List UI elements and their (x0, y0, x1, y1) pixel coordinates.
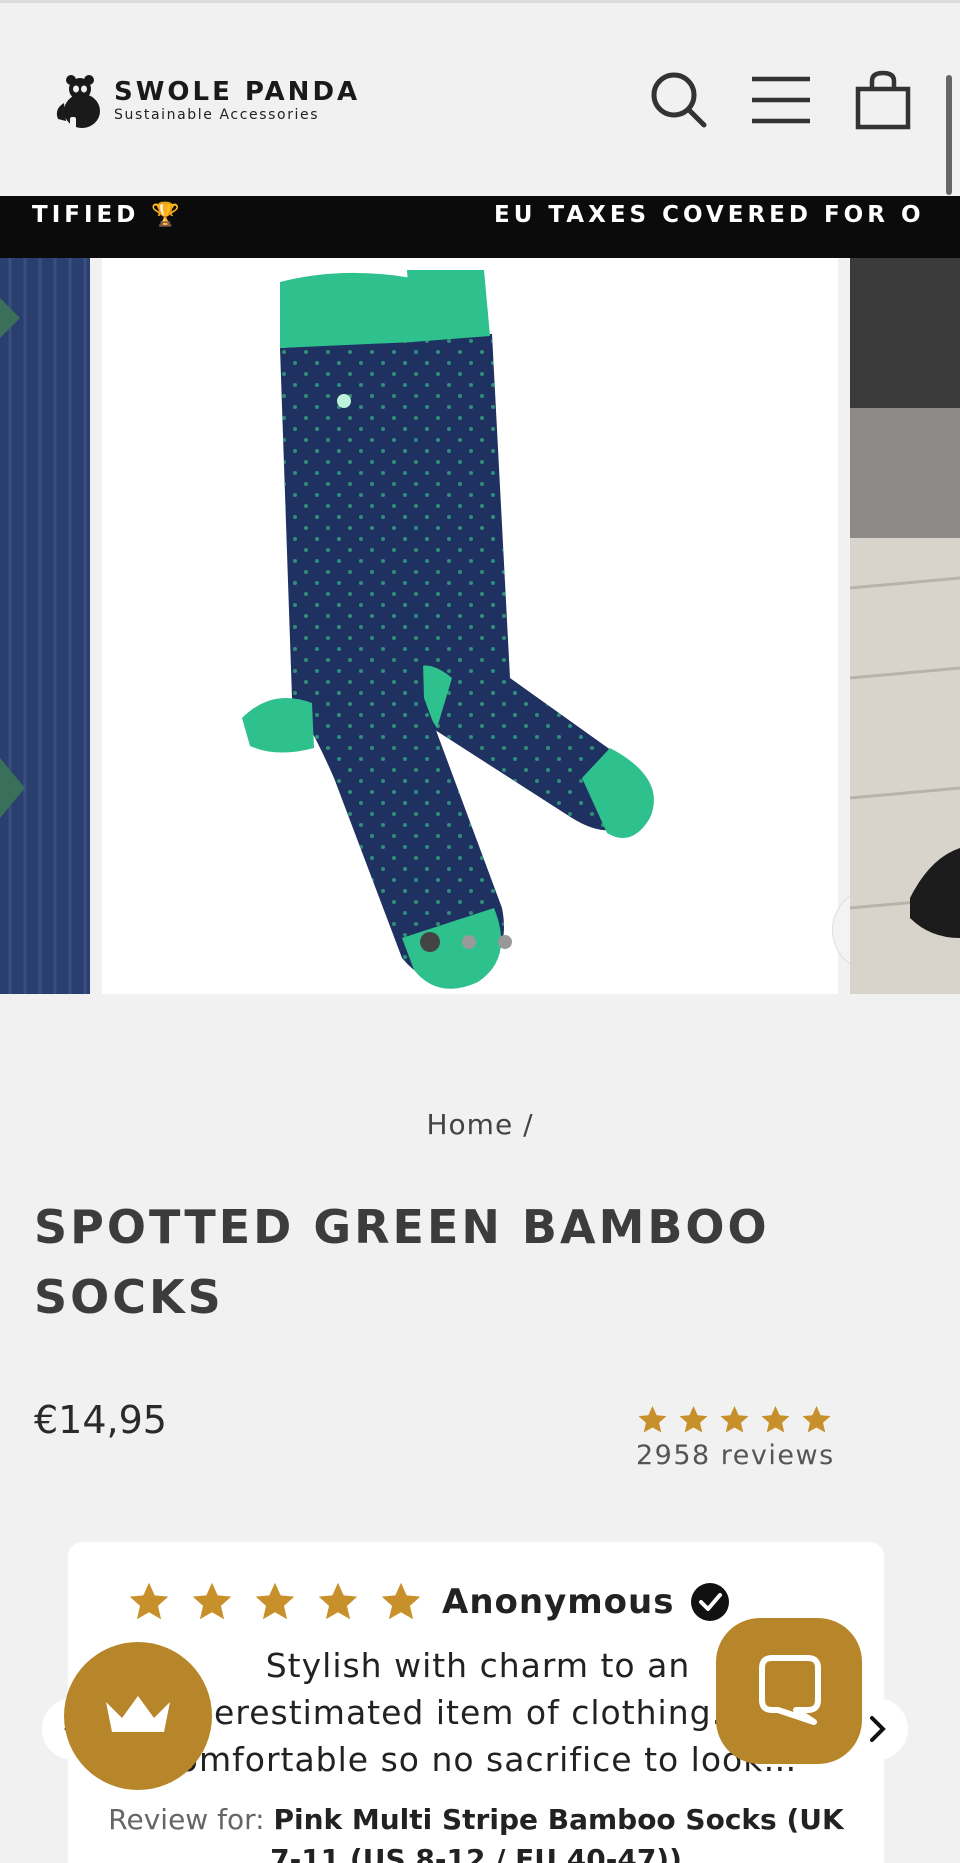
rating-stars (636, 1404, 840, 1436)
gallery-dot[interactable] (462, 935, 476, 949)
panda-logo-icon (56, 75, 100, 128)
review-stars (126, 1580, 424, 1624)
review-count[interactable]: 2958 reviews (636, 1440, 840, 1471)
star-icon (720, 1406, 749, 1433)
announcement-item: TIFIED 🏆 (32, 202, 184, 228)
gallery-slide-next[interactable] (850, 258, 960, 994)
star-icon (802, 1406, 831, 1433)
product-gallery[interactable] (0, 258, 960, 994)
review-for-label: Review for: (108, 1803, 274, 1836)
brand-name: SWOLE PANDA (114, 77, 361, 107)
page-scrollbar[interactable] (946, 75, 952, 195)
gallery-slide-previous[interactable] (0, 258, 90, 994)
chat-bubble-icon (759, 1655, 821, 1725)
verified-check-icon (691, 1583, 730, 1621)
review-author: Anonymous (442, 1582, 675, 1622)
star-icon (318, 1582, 358, 1620)
review-for-product[interactable]: Pink Multi Stripe Bamboo Socks (UK 7-11 … (270, 1803, 844, 1863)
star-icon (255, 1582, 295, 1620)
announcement-item: EU TAXES COVERED FOR O (494, 202, 920, 228)
announcement-bar: TIFIED 🏆 EU TAXES COVERED FOR O (0, 196, 960, 258)
star-icon (381, 1582, 421, 1620)
review-for: Review for: Pink Multi Stripe Bamboo Soc… (98, 1800, 854, 1863)
product-image (242, 270, 654, 989)
breadcrumb[interactable]: Home / (0, 1108, 960, 1141)
chat-button[interactable] (716, 1618, 862, 1764)
gallery-pagination (420, 932, 512, 952)
loyalty-rewards-button[interactable] (64, 1642, 212, 1790)
brand-tagline: Sustainable Accessories (114, 107, 320, 123)
star-icon (679, 1406, 708, 1433)
gallery-dot[interactable] (498, 935, 512, 949)
product-title: SPOTTED GREEN BAMBOO SOCKS (34, 1200, 770, 1324)
star-icon (638, 1406, 667, 1433)
gallery-slide-main[interactable] (102, 258, 916, 994)
menu-icon[interactable] (750, 69, 812, 131)
product-rating[interactable]: 2958 reviews (636, 1404, 840, 1471)
star-icon (192, 1582, 232, 1620)
brand-logo[interactable]: SWOLE PANDA Sustainable Accessories (52, 73, 360, 129)
gallery-dot[interactable] (420, 932, 440, 952)
star-icon (129, 1582, 169, 1620)
crown-icon (106, 1696, 170, 1732)
site-header: SWOLE PANDA Sustainable Accessories (0, 3, 960, 196)
cart-icon[interactable] (852, 69, 914, 131)
search-icon[interactable] (648, 69, 710, 131)
star-icon (761, 1406, 790, 1433)
product-price: €14,95 (34, 1398, 167, 1442)
